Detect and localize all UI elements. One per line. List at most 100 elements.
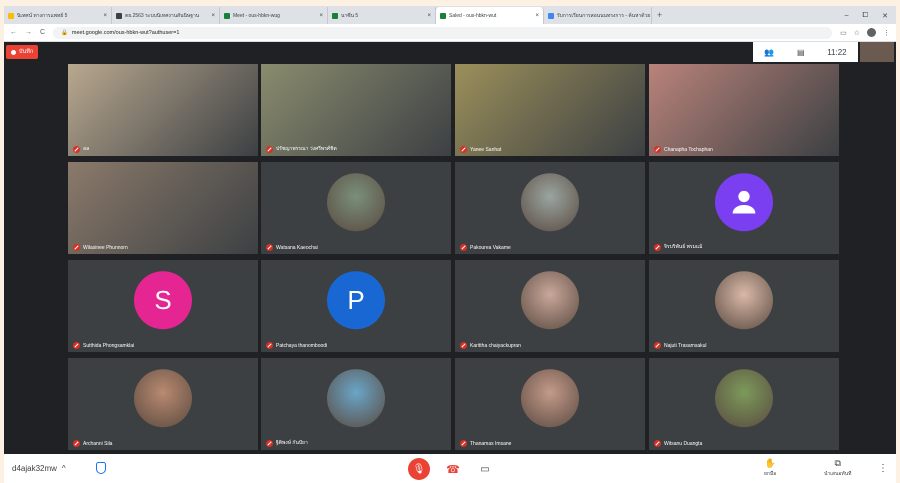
participant-name: ลล bbox=[83, 146, 90, 152]
participant-tile[interactable]: Chanapha Tochaphan bbox=[649, 64, 839, 156]
tab-label: นิเทศน์ ทางการแพทย์ 5 bbox=[17, 12, 68, 19]
participant-name: Sutthida Phongsamklai bbox=[83, 342, 135, 349]
participant-video bbox=[455, 64, 645, 156]
profile-avatar[interactable] bbox=[867, 28, 876, 37]
muted-mic-icon bbox=[654, 146, 661, 153]
shield-icon[interactable] bbox=[96, 462, 106, 474]
participant-name: Yanee Sanhat bbox=[470, 146, 502, 153]
muted-mic-icon bbox=[460, 244, 467, 251]
participant-tile[interactable]: Witsanu Duangta bbox=[649, 358, 839, 450]
participant-avatar bbox=[521, 271, 579, 330]
participant-name-tag: Sutthida Phongsamklai bbox=[73, 342, 134, 349]
participant-tile[interactable]: P Patchaya thanomboodi bbox=[261, 260, 451, 352]
participant-name: Wilasinee Phunnorn bbox=[83, 244, 128, 251]
browser-menu-icon[interactable]: ⋮ bbox=[883, 29, 890, 37]
url-text: meet.google.com/ous-hbkn-wut?authuser=1 bbox=[71, 29, 180, 36]
participant-tile[interactable]: Yanee Sanhat bbox=[455, 64, 645, 156]
tab-label: รับการเรียนการสอนนนทรงการ - ค้นหาด้วย bbox=[557, 12, 651, 19]
participant-name: Karittha chaiyackupran bbox=[470, 342, 521, 349]
close-tab-icon[interactable]: × bbox=[103, 13, 107, 19]
more-options-icon[interactable]: ⋮ bbox=[878, 463, 888, 474]
chat-icon[interactable]: ▤ bbox=[797, 48, 805, 57]
participant-name-tag: Witsanu Duangta bbox=[654, 440, 702, 447]
participant-name-tag: ฐิติพงษ์ กันปัยา bbox=[266, 439, 308, 447]
recording-badge: บันทึก bbox=[6, 45, 39, 59]
browser-tab[interactable]: นาซีน 5 × bbox=[328, 7, 436, 24]
participant-avatar bbox=[521, 369, 579, 428]
participant-name-tag: Yanee Sanhat bbox=[460, 146, 501, 153]
browser-tab[interactable]: รับการเรียนการสอนนนทรงการ - ค้นหาด้วย× bbox=[544, 7, 652, 24]
participant-name-tag: จิรบริพันธ์ พรมแม้ bbox=[654, 243, 702, 251]
raise-hand-button[interactable]: ✋ ยกมือ bbox=[764, 458, 776, 478]
participant-name: ปรัชญาพรรณา ว่งศรีพรศ์ชิต bbox=[276, 146, 337, 152]
participant-tile[interactable]: Watsana Kaeochai bbox=[261, 162, 451, 254]
participant-name-tag: Najuti Trasamsakul bbox=[654, 342, 707, 349]
camera-button[interactable]: ▭ bbox=[474, 458, 496, 480]
participant-tile[interactable]: Najuti Trasamsakul bbox=[649, 260, 839, 352]
meeting-code: d4ajak32mw bbox=[12, 464, 57, 473]
recording-dot-icon bbox=[11, 49, 16, 55]
participants-icon[interactable]: 👥 bbox=[764, 48, 774, 57]
reload-icon[interactable]: C bbox=[40, 29, 45, 36]
participant-tile[interactable]: Karittha chaiyackupran bbox=[455, 260, 645, 352]
participant-video bbox=[261, 64, 451, 156]
participant-tile[interactable]: ลล bbox=[68, 64, 258, 156]
close-tab-icon[interactable]: × bbox=[427, 13, 431, 19]
present-now-button[interactable]: ⧉ นำเสนอทันที bbox=[824, 458, 851, 478]
participant-name-tag: ลล bbox=[73, 145, 89, 153]
camera-permission-icon[interactable]: ▭ bbox=[840, 29, 847, 37]
leave-call-button[interactable]: ☎ bbox=[442, 458, 464, 480]
participant-name-tag: Watsana Kaeochai bbox=[266, 244, 318, 251]
participant-name: Chanapha Tochaphan bbox=[664, 146, 713, 153]
meeting-stage: บันทึก 👥 ▤ 11:22 ลล ปรัชญาพรรณา ว่งศรีพรศ… bbox=[4, 42, 896, 454]
browser-tab-strip: นิเทศน์ ทางการแพทย์ 5 × ตย.2563 ระบบนิเทศง… bbox=[4, 6, 896, 24]
close-tab-icon[interactable]: × bbox=[535, 13, 539, 19]
browser-tab[interactable]: ตย.2563 ระบบนิเทศงานสันนิษฐาน × bbox=[112, 7, 220, 24]
muted-mic-icon bbox=[460, 342, 467, 349]
close-window-icon[interactable]: ✕ bbox=[882, 12, 888, 20]
meeting-controls: d4ajak32mw ^ 🎙 ☎ ▭ ✋ ยกมือ ⧉ นำเสนอทันที… bbox=[4, 454, 896, 483]
muted-mic-icon bbox=[460, 440, 467, 447]
participant-tile[interactable]: ปรัชญาพรรณา ว่งศรีพรศ์ชิต bbox=[261, 64, 451, 156]
browser-tab[interactable]: นิเทศน์ ทางการแพทย์ 5 × bbox=[4, 7, 112, 24]
muted-mic-icon bbox=[266, 439, 273, 447]
participant-name: Archanni Sila bbox=[83, 440, 113, 447]
mic-off-button[interactable]: 🎙 bbox=[408, 458, 430, 480]
participant-tile[interactable]: จิรบริพันธ์ พรมแม้ bbox=[649, 162, 839, 254]
new-tab-button[interactable]: + bbox=[652, 7, 667, 24]
back-icon[interactable]: ← bbox=[10, 29, 17, 36]
star-icon[interactable]: ☆ bbox=[854, 29, 860, 37]
favicon-icon bbox=[116, 12, 122, 19]
muted-mic-icon bbox=[654, 440, 661, 447]
browser-tab[interactable]: Meet - ous-hbkn-wug × bbox=[220, 7, 328, 24]
participant-tile[interactable]: Archanni Sila bbox=[68, 358, 258, 450]
participant-avatar bbox=[715, 369, 773, 428]
close-tab-icon[interactable]: × bbox=[211, 13, 215, 19]
favicon-icon bbox=[332, 12, 338, 19]
muted-mic-icon bbox=[73, 145, 80, 153]
participant-name-tag: ปรัชญาพรรณา ว่งศรีพรศ์ชิต bbox=[266, 145, 337, 153]
participant-tile[interactable]: Thanamas Imsane bbox=[455, 358, 645, 450]
chevron-up-icon: ^ bbox=[61, 464, 66, 473]
maximize-icon[interactable]: ⧠ bbox=[863, 12, 869, 20]
participant-name: Thanamas Imsane bbox=[470, 440, 512, 447]
address-bar[interactable]: 🔒 meet.google.com/ous-hbkn-wut?authuser=… bbox=[53, 26, 833, 39]
participant-tile[interactable]: ฐิติพงษ์ กันปัยา bbox=[261, 358, 451, 450]
participant-name: Pakourea Vakame bbox=[470, 244, 511, 251]
lock-icon: 🔒 bbox=[61, 29, 68, 36]
participant-tile[interactable]: S Sutthida Phongsamklai bbox=[68, 260, 258, 352]
participant-tile[interactable]: Wilasinee Phunnorn bbox=[68, 162, 258, 254]
participant-tile[interactable]: Pakourea Vakame bbox=[455, 162, 645, 254]
participant-name-tag: Archanni Sila bbox=[73, 440, 112, 447]
browser-tab[interactable]: Saled - ous-hbkn-wut × bbox=[436, 7, 544, 24]
participant-name-tag: Pakourea Vakame bbox=[460, 244, 511, 251]
minimize-icon[interactable]: – bbox=[845, 12, 849, 19]
present-icon: ⧉ bbox=[834, 458, 841, 468]
self-view bbox=[860, 42, 894, 62]
forward-icon[interactable]: → bbox=[25, 29, 32, 36]
meeting-details[interactable]: d4ajak32mw ^ bbox=[12, 464, 66, 473]
favicon-icon bbox=[224, 12, 230, 19]
close-tab-icon[interactable]: × bbox=[319, 13, 323, 19]
favicon-icon bbox=[8, 12, 14, 19]
participant-name-tag: Chanapha Tochaphan bbox=[654, 146, 713, 153]
